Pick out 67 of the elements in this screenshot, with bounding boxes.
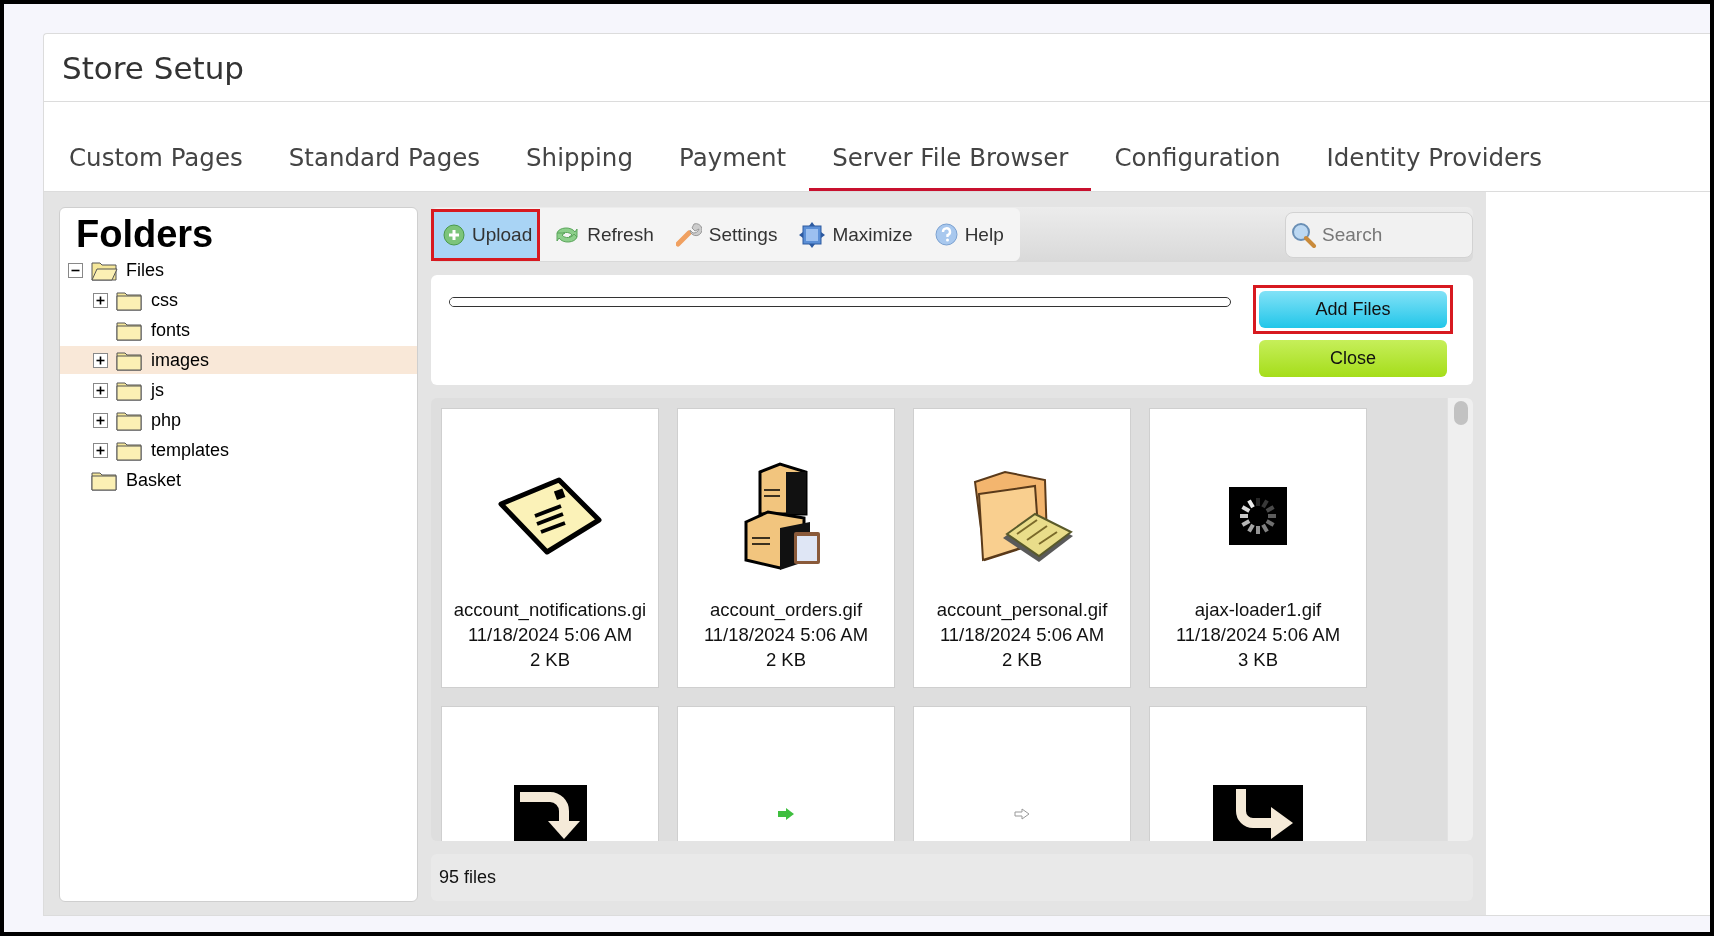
folder-item[interactable]: templates xyxy=(60,436,417,464)
file-size: 3 KB xyxy=(1237,648,1279,672)
folder-icon xyxy=(116,319,143,341)
envelope-icon xyxy=(497,475,603,556)
file-tile[interactable]: account_orders.gif 11/18/2024 5:06 AM 2 KB xyxy=(677,408,895,688)
folder-icon xyxy=(116,289,143,311)
search-icon xyxy=(1291,221,1317,248)
turn-arrow-icon xyxy=(1213,784,1303,841)
toolbar-button[interactable]: Maximize xyxy=(787,208,921,261)
folder-icon xyxy=(116,439,143,461)
folder-item[interactable]: Files xyxy=(60,256,417,284)
file-tile[interactable]: account_notifications.gi 11/18/2024 5:06 AM 2 KB xyxy=(441,408,659,688)
file-date: 11/18/2024 5:06 AM xyxy=(467,623,633,647)
toolbar-button[interactable]: Help xyxy=(922,208,1012,261)
close-button[interactable]: Close xyxy=(1259,340,1447,377)
help-icon xyxy=(934,223,958,246)
folder-icon xyxy=(116,409,143,431)
page-title: Store Setup xyxy=(62,49,245,86)
tab[interactable]: Payment xyxy=(655,143,810,191)
folder-icon xyxy=(116,349,143,371)
arrow-icon xyxy=(1014,807,1030,820)
file-count: 95 files xyxy=(439,867,497,888)
file-name: account_orders.gif xyxy=(709,598,863,622)
tab[interactable]: Identity Providers xyxy=(1303,143,1565,191)
file-date: 11/18/2024 5:06 AM xyxy=(939,623,1105,647)
spinner-icon xyxy=(1229,486,1287,545)
arrow-icon xyxy=(778,807,794,820)
file-tile[interactable]: account_personal.gif 11/18/2024 5:06 AM 2 KB xyxy=(913,408,1131,688)
file-name: account_personal.gif xyxy=(936,598,1108,622)
file-date: 11/18/2024 5:06 AM xyxy=(703,623,869,647)
folder-icon xyxy=(116,379,143,401)
collapse-icon[interactable] xyxy=(68,262,83,278)
expand-icon[interactable] xyxy=(93,442,108,458)
folder-item[interactable]: Basket xyxy=(60,466,417,494)
folder-item[interactable]: php xyxy=(60,406,417,434)
wrench-icon xyxy=(675,221,702,248)
folder-item[interactable]: js xyxy=(60,376,417,404)
turn-arrow-icon xyxy=(513,784,587,841)
file-size: 2 KB xyxy=(765,648,807,672)
folders-title: Folders xyxy=(75,212,215,256)
tab[interactable]: Configuration xyxy=(1091,143,1304,191)
add-files-button[interactable]: Add Files xyxy=(1259,291,1447,328)
folder-icon xyxy=(91,259,118,281)
file-date: 11/18/2024 5:06 AM xyxy=(1175,623,1341,647)
toolbar-button[interactable]: Refresh xyxy=(542,208,662,261)
expand-icon[interactable] xyxy=(93,292,108,308)
scrollbar[interactable] xyxy=(1447,398,1473,841)
folder-item[interactable]: css xyxy=(60,286,417,314)
maximize-icon xyxy=(799,221,826,248)
file-size: 2 KB xyxy=(529,648,571,672)
tab[interactable]: Standard Pages xyxy=(265,143,504,191)
tab[interactable]: Shipping xyxy=(503,143,656,191)
folder-icon xyxy=(91,469,118,491)
folder-item[interactable]: images xyxy=(60,346,417,374)
tab[interactable]: Custom Pages xyxy=(46,143,266,191)
file-tile[interactable]: ajax-loader1.gif 11/18/2024 5:06 AM 3 KB xyxy=(1149,408,1367,688)
expand-icon[interactable] xyxy=(93,352,108,368)
expand-icon[interactable] xyxy=(93,412,108,428)
toolbar-button[interactable]: Upload xyxy=(431,208,541,261)
file-name: ajax-loader1.gif xyxy=(1194,598,1322,622)
search-field[interactable]: Search xyxy=(1285,211,1473,258)
folder-item[interactable]: fonts xyxy=(60,316,417,344)
toolbar-button[interactable]: Settings xyxy=(663,208,786,261)
file-size: 2 KB xyxy=(1001,648,1043,672)
expand-icon[interactable] xyxy=(93,382,108,398)
file-name: account_notifications.gi xyxy=(453,598,647,622)
plus-icon xyxy=(443,223,465,246)
